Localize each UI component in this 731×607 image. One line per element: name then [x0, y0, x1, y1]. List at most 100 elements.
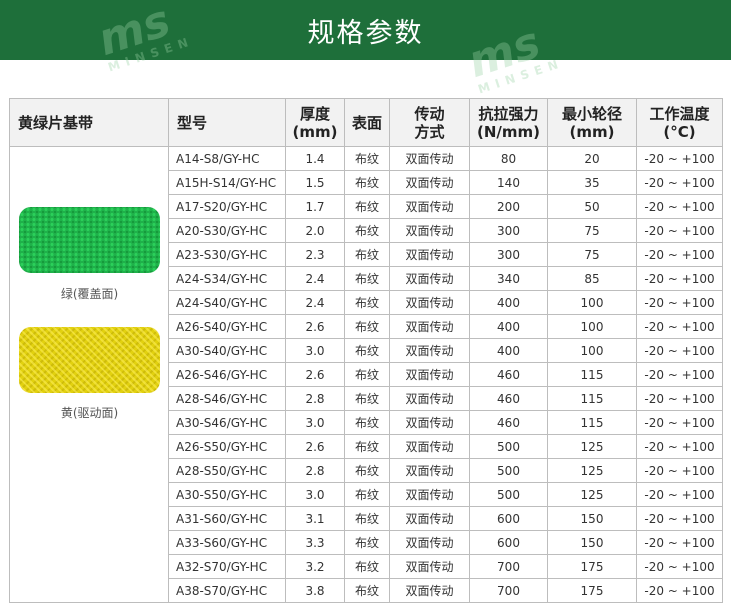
cell-model: A26-S50/GY-HC	[168, 434, 286, 459]
cell-temperature: -20 ~ +100	[636, 218, 723, 243]
cell-model: A24-S40/GY-HC	[168, 290, 286, 315]
cell-model: A24-S34/GY-HC	[168, 266, 286, 291]
cell-drive: 双面传动	[389, 578, 470, 603]
cell-thickness: 3.8	[285, 578, 345, 603]
cell-surface: 布纹	[344, 338, 390, 363]
cell-temperature: -20 ~ +100	[636, 530, 723, 555]
cell-tensile: 140	[469, 170, 548, 195]
cell-thickness: 3.0	[285, 482, 345, 507]
cell-model: A28-S50/GY-HC	[168, 458, 286, 483]
cell-tensile: 300	[469, 218, 548, 243]
cell-tensile: 500	[469, 458, 548, 483]
cell-min-pulley: 100	[547, 314, 637, 339]
cell-min-pulley: 150	[547, 506, 637, 531]
cell-model: A32-S70/GY-HC	[168, 554, 286, 579]
cell-tensile: 500	[469, 482, 548, 507]
cell-model: A30-S50/GY-HC	[168, 482, 286, 507]
cell-drive: 双面传动	[389, 338, 470, 363]
swatch-cell: 绿(覆盖面) 黄(驱动面)	[9, 146, 169, 603]
cell-min-pulley: 85	[547, 266, 637, 291]
cell-surface: 布纹	[344, 578, 390, 603]
cell-drive: 双面传动	[389, 482, 470, 507]
cell-min-pulley: 75	[547, 218, 637, 243]
cell-thickness: 2.6	[285, 434, 345, 459]
cell-drive: 双面传动	[389, 530, 470, 555]
cell-drive: 双面传动	[389, 506, 470, 531]
green-swatch-label: 绿(覆盖面)	[60, 287, 119, 301]
cell-drive: 双面传动	[389, 434, 470, 459]
cell-model: A14-S8/GY-HC	[168, 146, 286, 171]
cell-min-pulley: 150	[547, 530, 637, 555]
cell-thickness: 2.0	[285, 218, 345, 243]
cell-surface: 布纹	[344, 170, 390, 195]
cell-thickness: 2.8	[285, 458, 345, 483]
cell-thickness: 1.7	[285, 194, 345, 219]
cell-min-pulley: 125	[547, 482, 637, 507]
cell-thickness: 3.0	[285, 338, 345, 363]
header-min-pulley: 最小轮径 (mm)	[547, 98, 637, 147]
cell-temperature: -20 ~ +100	[636, 434, 723, 459]
cell-tensile: 300	[469, 242, 548, 267]
cell-surface: 布纹	[344, 506, 390, 531]
header-tensile: 抗拉强力 (N/mm)	[469, 98, 548, 147]
cell-model: A17-S20/GY-HC	[168, 194, 286, 219]
cell-min-pulley: 115	[547, 386, 637, 411]
cell-temperature: -20 ~ +100	[636, 338, 723, 363]
cell-model: A23-S30/GY-HC	[168, 242, 286, 267]
cell-temperature: -20 ~ +100	[636, 266, 723, 291]
cell-temperature: -20 ~ +100	[636, 170, 723, 195]
page-title: 规格参数	[307, 17, 424, 49]
header-thickness: 厚度 (mm)	[285, 98, 345, 147]
cell-model: A15H-S14/GY-HC	[168, 170, 286, 195]
cell-temperature: -20 ~ +100	[636, 410, 723, 435]
cell-thickness: 3.2	[285, 554, 345, 579]
cell-tensile: 400	[469, 338, 548, 363]
cell-drive: 双面传动	[389, 410, 470, 435]
cell-surface: 布纹	[344, 410, 390, 435]
cell-drive: 双面传动	[389, 194, 470, 219]
cell-surface: 布纹	[344, 482, 390, 507]
cell-tensile: 600	[469, 506, 548, 531]
cell-surface: 布纹	[344, 314, 390, 339]
header-drive: 传动 方式	[389, 98, 470, 147]
cell-tensile: 460	[469, 362, 548, 387]
cell-surface: 布纹	[344, 554, 390, 579]
cell-temperature: -20 ~ +100	[636, 194, 723, 219]
cell-surface: 布纹	[344, 242, 390, 267]
cell-min-pulley: 50	[547, 194, 637, 219]
cell-drive: 双面传动	[389, 266, 470, 291]
cell-temperature: -20 ~ +100	[636, 290, 723, 315]
cell-surface: 布纹	[344, 218, 390, 243]
cell-min-pulley: 125	[547, 458, 637, 483]
cell-tensile: 600	[469, 530, 548, 555]
cell-tensile: 80	[469, 146, 548, 171]
cell-model: A26-S46/GY-HC	[168, 362, 286, 387]
cell-surface: 布纹	[344, 386, 390, 411]
cell-temperature: -20 ~ +100	[636, 362, 723, 387]
cell-model: A20-S30/GY-HC	[168, 218, 286, 243]
cell-model: A31-S60/GY-HC	[168, 506, 286, 531]
cell-thickness: 1.4	[285, 146, 345, 171]
cell-tensile: 700	[469, 554, 548, 579]
cell-thickness: 2.6	[285, 314, 345, 339]
cell-surface: 布纹	[344, 194, 390, 219]
cell-tensile: 500	[469, 434, 548, 459]
table-row: 绿(覆盖面) 黄(驱动面) A14-S8/GY-HC 1.4 布纹 双面传动 80 20-…	[9, 146, 723, 603]
cell-model: A26-S40/GY-HC	[168, 314, 286, 339]
spec-table: 黄绿片基带 型号 厚度 (mm) 表面 传动 方式 抗拉强力 (N/mm) 最小轮径(…	[9, 98, 723, 603]
green-swatch	[19, 207, 160, 273]
cell-thickness: 2.3	[285, 242, 345, 267]
cell-thickness: 2.4	[285, 266, 345, 291]
cell-tensile: 460	[469, 386, 548, 411]
cell-model: A30-S46/GY-HC	[168, 410, 286, 435]
cell-drive: 双面传动	[389, 146, 470, 171]
cell-surface: 布纹	[344, 266, 390, 291]
cell-min-pulley: 75	[547, 242, 637, 267]
header-model: 型号	[168, 98, 286, 147]
cell-temperature: -20 ~ +100	[636, 482, 723, 507]
cell-model: A38-S70/GY-HC	[168, 578, 286, 603]
cell-min-pulley: 125	[547, 434, 637, 459]
cell-surface: 布纹	[344, 530, 390, 555]
cell-tensile: 700	[469, 578, 548, 603]
cell-min-pulley: 175	[547, 554, 637, 579]
